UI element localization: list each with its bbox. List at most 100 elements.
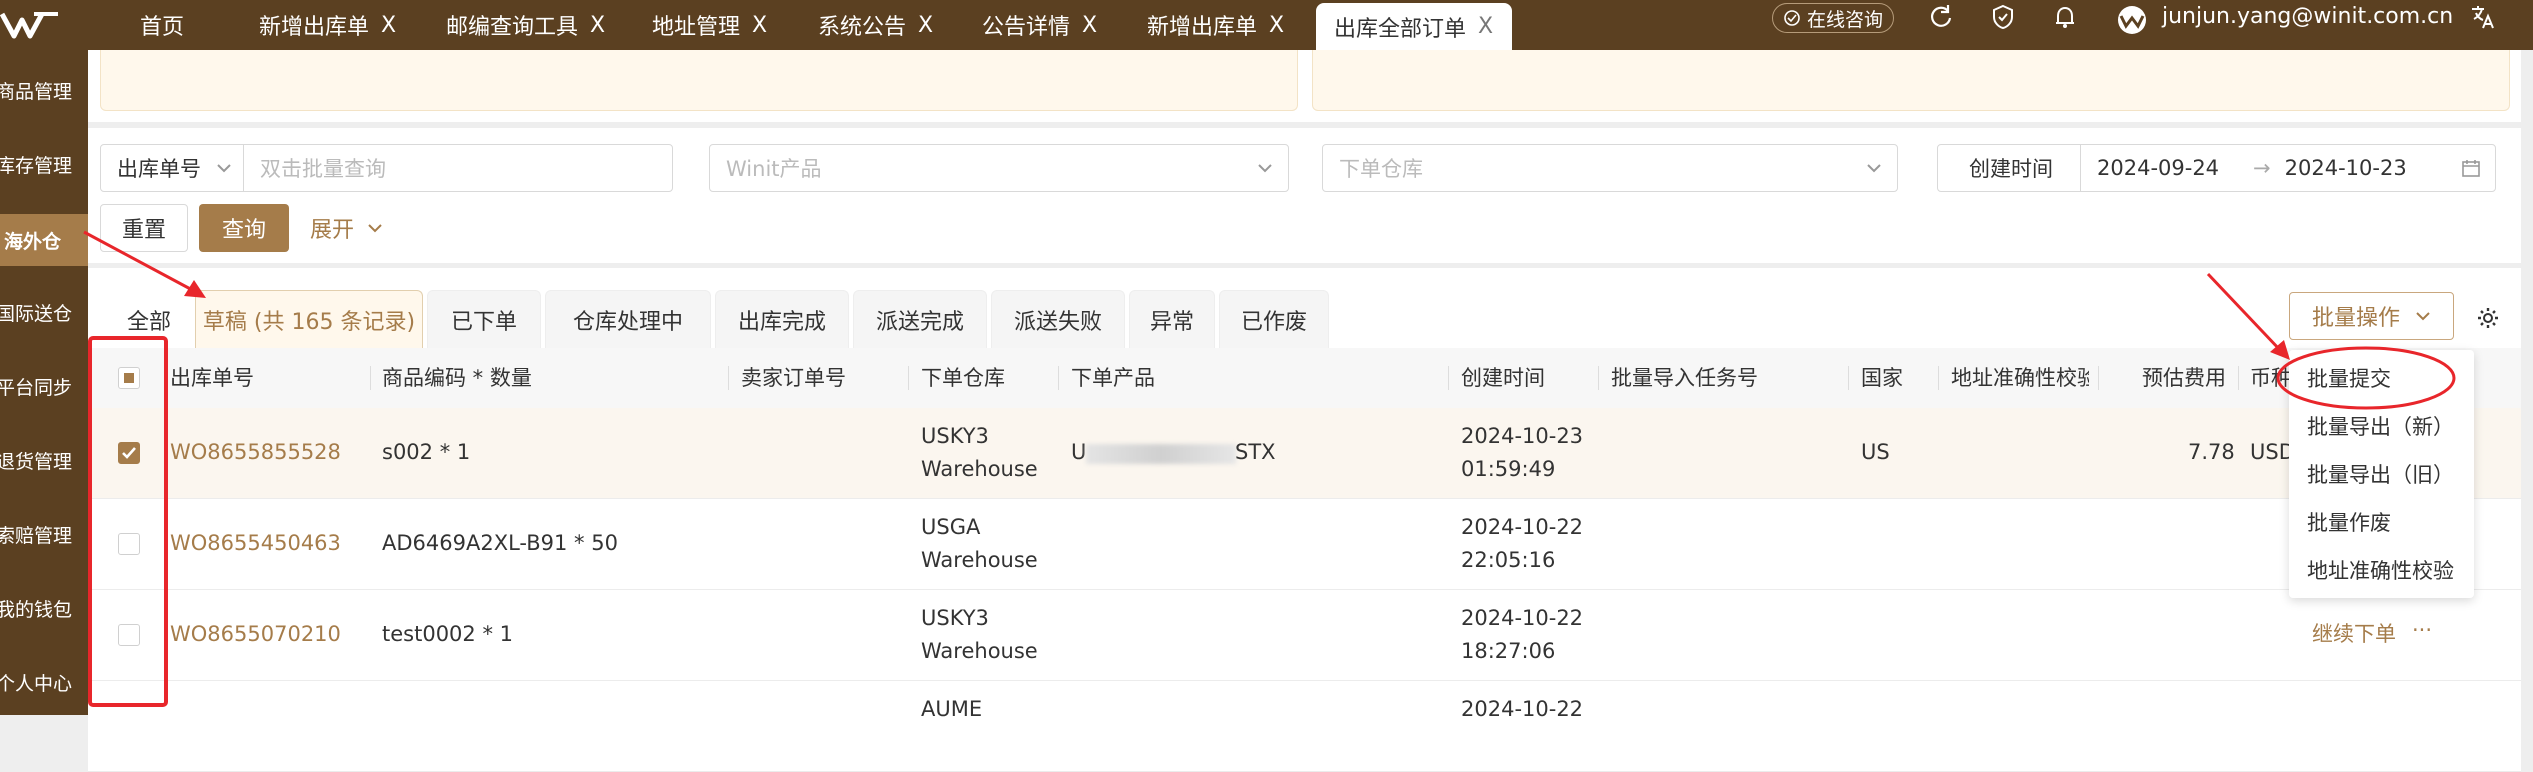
online-consult-button[interactable]: 在线咨询	[1772, 3, 1894, 33]
column-header-address-check[interactable]: 地址准确性校验	[1951, 348, 2089, 408]
menu-item-batch-void[interactable]: 批量作废	[2307, 499, 2391, 547]
continue-order-link[interactable]: 继续下单	[2312, 618, 2396, 651]
tab-close-icon[interactable]: X	[1478, 14, 1493, 39]
menu-item-batch-export-new[interactable]: 批量导出（新）	[2307, 403, 2454, 451]
notice-panel	[88, 50, 2521, 122]
expand-toggle[interactable]: 展开	[310, 204, 400, 252]
column-header-estimated-fee[interactable]: 预估费用	[2142, 348, 2226, 408]
tab-close-icon[interactable]: X	[381, 13, 396, 38]
tab-ordered[interactable]: 已下单	[427, 290, 541, 348]
tab-postcode-tool[interactable]: 邮编查询工具 X	[446, 0, 605, 50]
row-checkbox[interactable]	[118, 624, 140, 646]
more-actions-icon[interactable]: ···	[2412, 614, 2432, 647]
warehouse-select[interactable]: 下单仓库	[1322, 144, 1898, 192]
menu-item-address-check[interactable]: 地址准确性校验	[2307, 547, 2454, 595]
batch-operation-button[interactable]: 批量操作	[2289, 292, 2454, 340]
order-type-select[interactable]: 出库单号	[100, 144, 248, 192]
row-checkbox[interactable]	[118, 533, 140, 555]
avatar[interactable]	[2113, 5, 2151, 35]
sidebar-item-label: 库存管理	[0, 154, 73, 177]
tab-close-icon[interactable]: X	[590, 13, 605, 38]
row-checkbox[interactable]	[118, 442, 140, 464]
winit-logo[interactable]	[0, 6, 60, 44]
menu-item-batch-export-old[interactable]: 批量导出（旧）	[2307, 451, 2454, 499]
tab-warehouse-processing[interactable]: 仓库处理中	[545, 290, 711, 348]
tab-new-outbound-order-2[interactable]: 新增出库单 X	[1147, 0, 1284, 50]
table-row[interactable]: WO8655070210 test0002 * 1 USKY3 Warehous…	[88, 590, 2521, 681]
menu-item-batch-submit[interactable]: 批量提交	[2307, 355, 2391, 403]
column-header-country[interactable]: 国家	[1861, 348, 1903, 408]
tab-label: 新增出库单	[259, 15, 370, 40]
query-button[interactable]: 查询	[199, 204, 289, 252]
table-row[interactable]: AUME 2024-10-22	[88, 681, 2521, 772]
column-header-product[interactable]: 下单产品	[1071, 348, 1155, 408]
chevron-down-icon	[217, 164, 231, 173]
sidebar-item-international-delivery[interactable]: 国际送仓	[0, 288, 88, 336]
user-email[interactable]: junjun.yang@winit.com.cn	[2162, 0, 2453, 34]
tab-outbound-complete[interactable]: 出库完成	[715, 290, 849, 348]
sidebar-item-my-wallet[interactable]: 我的钱包	[0, 584, 88, 632]
tab-address-management[interactable]: 地址管理 X	[652, 0, 767, 50]
column-header-sku-qty[interactable]: 商品编码 * 数量	[382, 348, 532, 408]
sidebar-item-platform-sync[interactable]: 平台同步	[0, 362, 88, 410]
tab-exception[interactable]: 异常	[1129, 290, 1215, 348]
date-type-label: 创建时间	[1937, 144, 2085, 192]
gear-icon[interactable]	[2475, 305, 2501, 331]
tab-draft[interactable]: 草稿 (共 165 条记录)	[195, 290, 423, 348]
table-row[interactable]: WO8655855528 s002 * 1 USKY3 Warehouse U …	[88, 408, 2521, 499]
order-number-link[interactable]: WO8655070210	[170, 618, 341, 651]
tab-new-outbound-order[interactable]: 新增出库单 X	[259, 0, 396, 50]
sidebar-item-claims[interactable]: 索赔管理	[0, 510, 88, 558]
tab-all-outbound-orders[interactable]: 出库全部订单 X	[1316, 3, 1512, 50]
date-label: 创建时间	[1969, 157, 2053, 181]
tab-label: 系统公告	[818, 15, 907, 40]
batch-query-input[interactable]: 双击批量查询	[243, 144, 673, 192]
sidebar-item-overseas-warehouse[interactable]: 海外仓	[0, 214, 88, 266]
column-header-order-no[interactable]: 出库单号	[170, 348, 254, 408]
chevron-down-icon	[1258, 164, 1272, 173]
tab-close-icon[interactable]: X	[1082, 13, 1097, 38]
sidebar-item-inventory-management[interactable]: 库存管理	[0, 140, 88, 188]
sku-quantity: test0002 * 1	[382, 622, 513, 646]
select-all-checkbox[interactable]	[118, 367, 140, 389]
table-row[interactable]: WO8655450463 AD6469A2XL-B91 * 50 USGA Wa…	[88, 499, 2521, 590]
bell-icon[interactable]	[2050, 2, 2080, 32]
tab-home[interactable]: 首页	[140, 0, 184, 50]
reset-button[interactable]: 重置	[100, 204, 188, 252]
shield-icon[interactable]	[1988, 2, 2018, 32]
tab-label: 新增出库单	[1147, 15, 1258, 40]
tab-system-announcement[interactable]: 系统公告 X	[818, 0, 933, 50]
column-header-warehouse[interactable]: 下单仓库	[921, 348, 1005, 408]
tab-close-icon[interactable]: X	[752, 13, 767, 38]
tab-announcement-detail[interactable]: 公告详情 X	[982, 0, 1097, 50]
tab-close-icon[interactable]: X	[1269, 13, 1284, 38]
sidebar-item-label: 索赔管理	[0, 524, 73, 547]
column-divider	[370, 366, 371, 390]
tab-close-icon[interactable]: X	[918, 13, 933, 38]
estimated-fee: 7.78	[2188, 440, 2235, 464]
date-range-picker[interactable]: 2024-09-24 → 2024-10-23	[2080, 144, 2496, 192]
order-number-link[interactable]: WO8655450463	[170, 527, 341, 560]
column-header-created-time[interactable]: 创建时间	[1461, 348, 1545, 408]
tab-delivery-failed[interactable]: 派送失败	[991, 290, 1125, 348]
product-select[interactable]: Winit产品	[709, 144, 1289, 192]
column-header-import-task-no[interactable]: 批量导入任务号	[1611, 348, 1758, 408]
sidebar-item-personal-center[interactable]: 个人中心	[0, 658, 88, 706]
refresh-icon[interactable]	[1926, 2, 1956, 32]
sidebar-item-product-management[interactable]: 商品管理	[0, 66, 88, 114]
created-time: 18:27:06	[1461, 639, 1556, 663]
column-divider	[2238, 366, 2239, 390]
column-header-currency[interactable]: 币种	[2250, 348, 2292, 408]
column-header-seller-order-no[interactable]: 卖家订单号	[741, 348, 846, 408]
tab-delivery-complete[interactable]: 派送完成	[853, 290, 987, 348]
tab-voided[interactable]: 已作废	[1219, 290, 1329, 348]
warehouse-line-2: Warehouse	[921, 639, 1038, 663]
sidebar-item-returns-management[interactable]: 退货管理	[0, 436, 88, 484]
order-number-link[interactable]: WO8655855528	[170, 436, 341, 469]
column-divider	[2098, 366, 2099, 390]
reset-button-label: 重置	[121, 218, 166, 243]
warehouse-line-1: USKY3	[921, 606, 989, 630]
tab-all[interactable]: 全部	[100, 290, 198, 348]
warehouse-line-2: Warehouse	[921, 457, 1038, 481]
translate-icon[interactable]	[2468, 2, 2498, 32]
